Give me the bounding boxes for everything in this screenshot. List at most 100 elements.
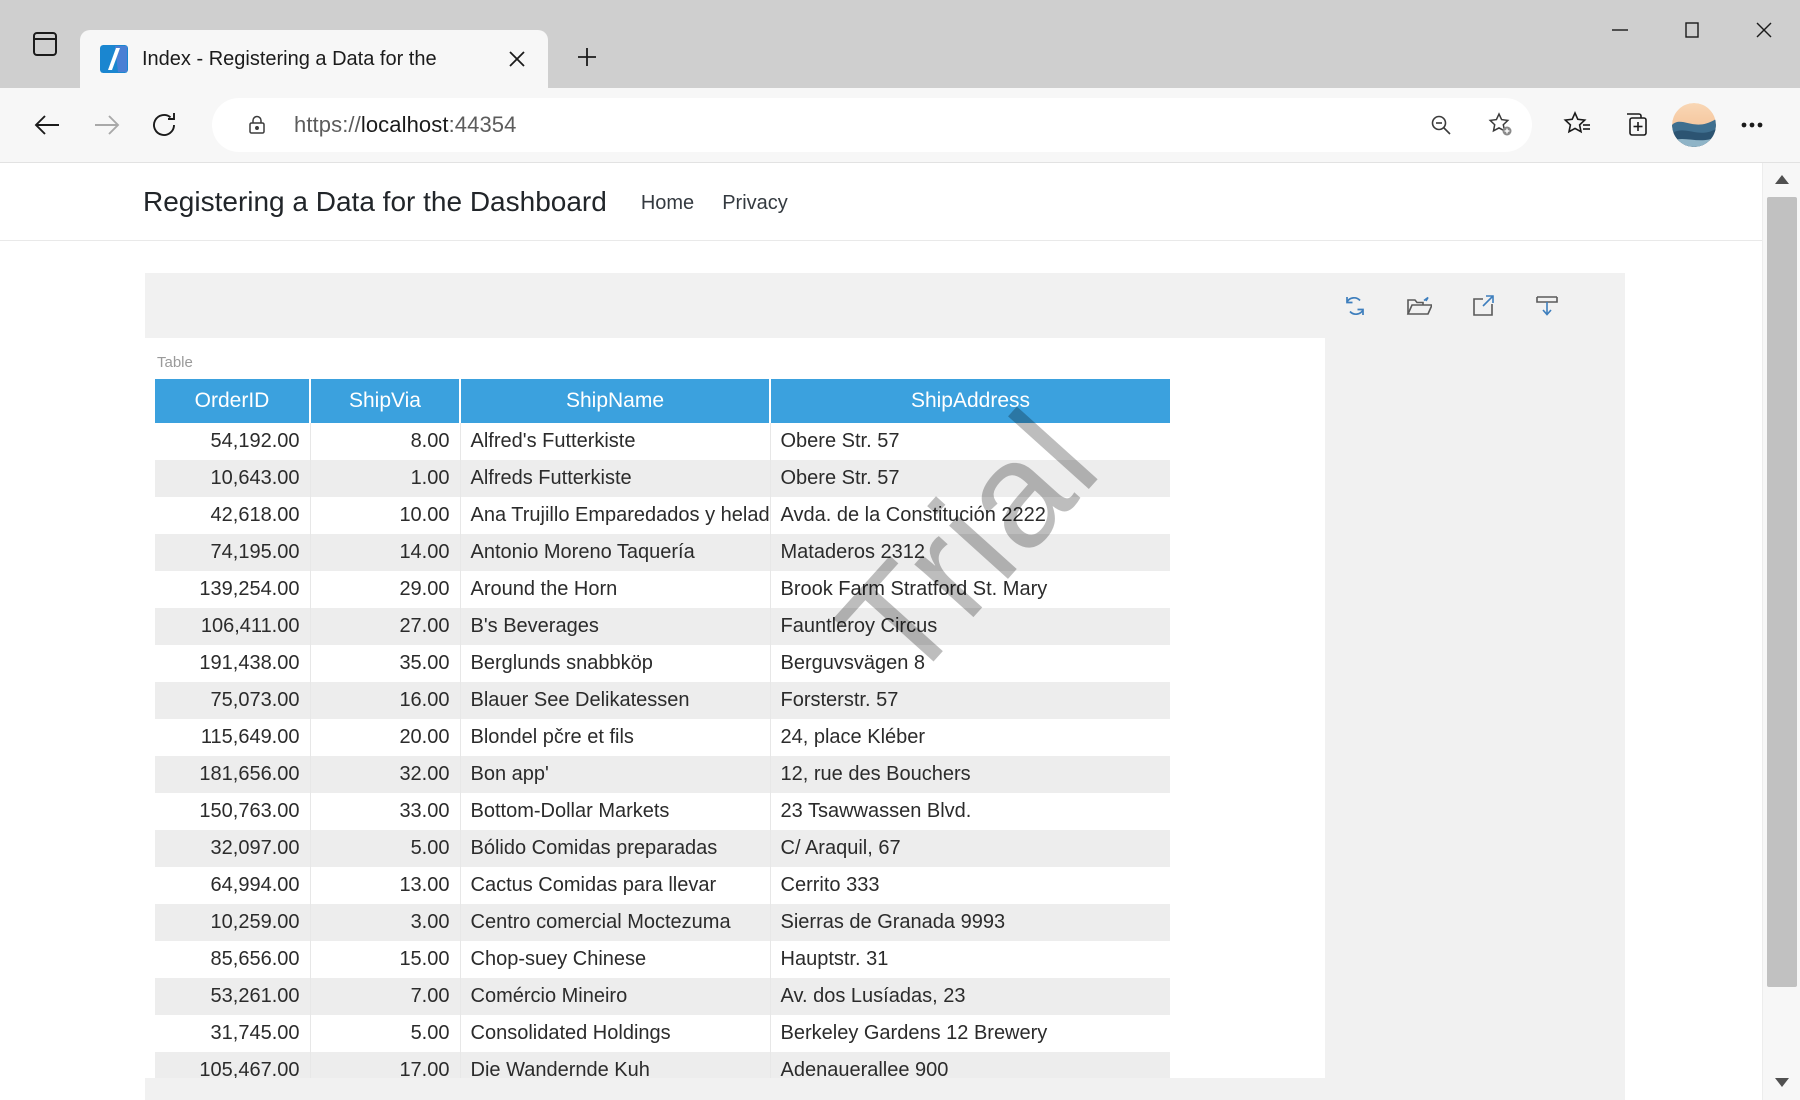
table-cell-shipaddress: Mataderos 2312 [770,534,1170,571]
table-row[interactable]: 10,643.001.00Alfreds FutterkisteObere St… [155,460,1170,497]
table-cell-shipvia: 15.00 [310,941,460,978]
table-cell-shipaddress: Obere Str. 57 [770,423,1170,460]
column-header-shipvia[interactable]: ShipVia [310,379,460,423]
table-cell-shipvia: 1.00 [310,460,460,497]
web-page: Registering a Data for the Dashboard Hom… [0,163,1762,1100]
table-row[interactable]: 10,259.003.00Centro comercial MoctezumaS… [155,904,1170,941]
browser-titlebar: Index - Registering a Data for the [0,0,1800,88]
browser-tab[interactable]: Index - Registering a Data for the [80,30,548,88]
table-cell-shipaddress: Cerrito 333 [770,867,1170,904]
new-tab-icon[interactable] [564,34,610,80]
column-header-shipaddress[interactable]: ShipAddress [770,379,1170,423]
forward-arrow-icon[interactable] [80,99,132,151]
scrollbar-thumb[interactable] [1767,197,1797,987]
table-cell-shipvia: 33.00 [310,793,460,830]
table-cell-shipname: Bon app' [460,756,770,793]
table-cell-shipname: Blondel pčre et fils [460,719,770,756]
table-cell-orderid: 139,254.00 [155,571,310,608]
table-cell-shipvia: 27.00 [310,608,460,645]
favorites-list-icon[interactable] [1552,99,1604,151]
table-cell-shipaddress: Av. dos Lusíadas, 23 [770,978,1170,1015]
nav-link-privacy[interactable]: Privacy [722,192,788,215]
open-folder-icon[interactable] [1399,286,1439,326]
table-row[interactable]: 105,467.0017.00Die Wandernde KuhAdenauer… [155,1052,1170,1078]
report-page: Table OrderID ShipVia ShipName ShipA [145,338,1325,1078]
scroll-down-arrow-icon[interactable] [1763,1066,1800,1100]
table-row[interactable]: 106,411.0027.00B's BeveragesFauntleroy C… [155,608,1170,645]
table-cell-shipvia: 7.00 [310,978,460,1015]
table-cell-shipname: B's Beverages [460,608,770,645]
table-row[interactable]: 115,649.0020.00Blondel pčre et fils24, p… [155,719,1170,756]
fullscreen-icon[interactable] [1463,286,1503,326]
table-cell-shipvia: 32.00 [310,756,460,793]
table-row[interactable]: 75,073.0016.00Blauer See DelikatessenFor… [155,682,1170,719]
tab-title: Index - Registering a Data for the [142,48,486,71]
minimize-button[interactable] [1584,0,1656,60]
table-cell-orderid: 106,411.00 [155,608,310,645]
collections-icon[interactable] [1610,99,1662,151]
url-text[interactable]: https://localhost:44354 [294,112,1404,138]
table-cell-shipname: Bólido Comidas preparadas [460,830,770,867]
profile-avatar[interactable] [1672,103,1716,147]
report-viewer: Table OrderID ShipVia ShipName ShipA [145,273,1625,1100]
table-cell-orderid: 191,438.00 [155,645,310,682]
table-row[interactable]: 74,195.0014.00Antonio Moreno TaqueríaMat… [155,534,1170,571]
address-bar[interactable]: https://localhost:44354 [212,98,1532,152]
table-row[interactable]: 85,656.0015.00Chop-suey ChineseHauptstr.… [155,941,1170,978]
table-cell-orderid: 31,745.00 [155,1015,310,1052]
table-cell-orderid: 54,192.00 [155,423,310,460]
page-scrollbar[interactable] [1762,163,1800,1100]
table-cell-shipvia: 10.00 [310,497,460,534]
refresh-arrow-icon[interactable] [138,99,190,151]
site-nav: Home Privacy [641,189,788,215]
padlock-icon[interactable] [234,102,280,148]
back-arrow-icon[interactable] [22,99,74,151]
table-row[interactable]: 42,618.0010.00Ana Trujillo Emparedados y… [155,497,1170,534]
column-header-orderid[interactable]: OrderID [155,379,310,423]
table-cell-orderid: 105,467.00 [155,1052,310,1078]
table-row[interactable]: 32,097.005.00Bólido Comidas preparadasC/… [155,830,1170,867]
table-row[interactable]: 150,763.0033.00Bottom-Dollar Markets23 T… [155,793,1170,830]
table-cell-shipname: Consolidated Holdings [460,1015,770,1052]
close-tab-icon[interactable] [500,42,534,76]
nav-link-home[interactable]: Home [641,192,694,215]
table-cell-shipaddress: C/ Araquil, 67 [770,830,1170,867]
table-row[interactable]: 31,745.005.00Consolidated HoldingsBerkel… [155,1015,1170,1052]
table-cell-shipvia: 5.00 [310,830,460,867]
table-cell-shipaddress: Forsterstr. 57 [770,682,1170,719]
table-row[interactable]: 139,254.0029.00Around the HornBrook Farm… [155,571,1170,608]
browser-toolbar: https://localhost:44354 [0,88,1800,163]
table-row[interactable]: 64,994.0013.00Cactus Comidas para llevar… [155,867,1170,904]
table-cell-shipname: Berglunds snabbköp [460,645,770,682]
table-cell-orderid: 64,994.00 [155,867,310,904]
table-cell-orderid: 181,656.00 [155,756,310,793]
page-body: Table OrderID ShipVia ShipName ShipA [0,241,1762,1099]
refresh-icon[interactable] [1335,286,1375,326]
table-row[interactable]: 181,656.0032.00Bon app'12, rue des Bouch… [155,756,1170,793]
report-table: OrderID ShipVia ShipName ShipAddress 54,… [155,379,1170,1078]
table-cell-shipaddress: Obere Str. 57 [770,460,1170,497]
table-cell-shipvia: 35.00 [310,645,460,682]
table-header-row: OrderID ShipVia ShipName ShipAddress [155,379,1170,423]
tab-actions-icon[interactable] [18,17,72,71]
table-row[interactable]: 54,192.008.00Alfred's FutterkisteObere S… [155,423,1170,460]
table-cell-shipvia: 14.00 [310,534,460,571]
table-cell-shipaddress: Brook Farm Stratford St. Mary [770,571,1170,608]
export-download-icon[interactable] [1527,286,1567,326]
settings-more-icon[interactable] [1726,99,1778,151]
table-cell-shipaddress: 12, rue des Bouchers [770,756,1170,793]
zoom-out-icon[interactable] [1418,102,1464,148]
maximize-button[interactable] [1656,0,1728,60]
scroll-up-arrow-icon[interactable] [1763,163,1800,197]
table-cell-shipname: Ana Trujillo Emparedados y helados [460,497,770,534]
add-favorite-star-icon[interactable] [1478,102,1524,148]
table-row[interactable]: 191,438.0035.00Berglunds snabbköpBerguvs… [155,645,1170,682]
table-cell-shipvia: 20.00 [310,719,460,756]
table-body: 54,192.008.00Alfred's FutterkisteObere S… [155,423,1170,1078]
close-window-button[interactable] [1728,0,1800,60]
column-header-shipname[interactable]: ShipName [460,379,770,423]
table-row[interactable]: 53,261.007.00Comércio MineiroAv. dos Lus… [155,978,1170,1015]
site-header: Registering a Data for the Dashboard Hom… [0,163,1762,241]
site-favicon [100,45,128,73]
table-cell-shipvia: 13.00 [310,867,460,904]
